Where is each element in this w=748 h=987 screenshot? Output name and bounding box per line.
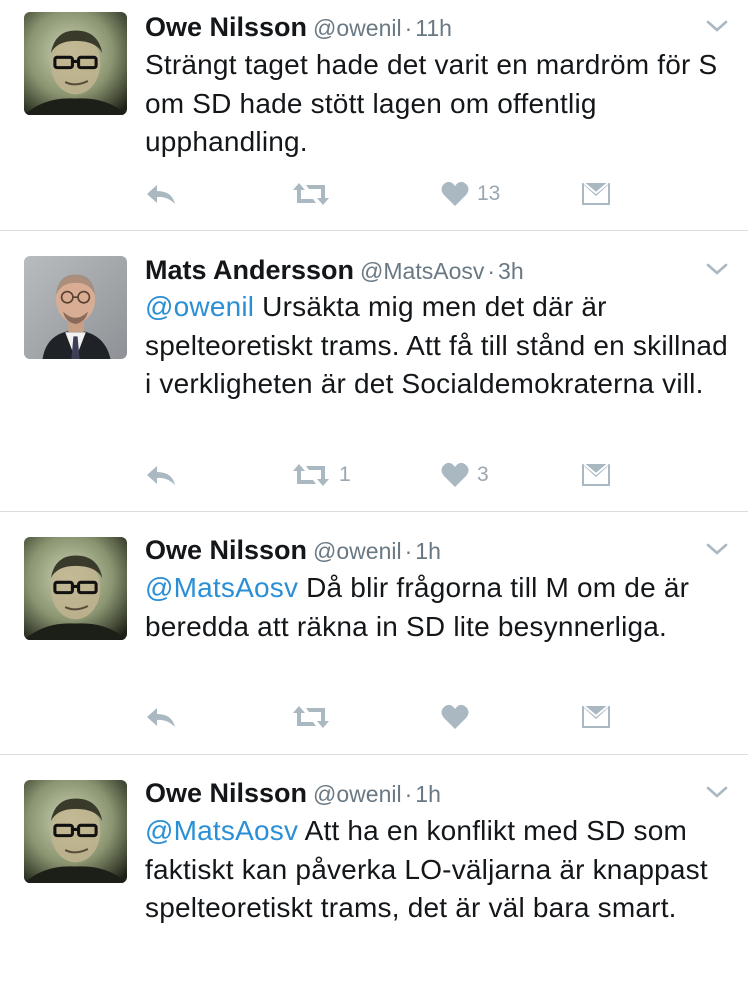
heart-icon xyxy=(441,704,469,729)
tweet-text: @owenil Ursäkta mig men det där är spelt… xyxy=(145,288,735,404)
tweet-header: Mats Andersson @MatsAosv · 3h xyxy=(145,253,524,292)
avatar[interactable] xyxy=(24,12,127,115)
separator: · xyxy=(487,258,496,284)
tweet[interactable]: Owe Nilsson @owenil · 1h @MatsAosv Att ha e… xyxy=(0,755,748,987)
like-button[interactable]: 3 xyxy=(441,457,489,493)
user-handle[interactable]: @MatsAosv xyxy=(360,258,484,284)
timestamp[interactable]: 11h xyxy=(415,15,452,41)
chevron-down-icon[interactable] xyxy=(705,784,729,800)
user-handle[interactable]: @owenil xyxy=(313,781,402,807)
retweet-button[interactable] xyxy=(291,699,339,735)
avatar[interactable] xyxy=(24,780,127,883)
reply-button[interactable] xyxy=(145,699,177,735)
mention-link[interactable]: @MatsAosv xyxy=(145,572,298,603)
chevron-down-icon[interactable] xyxy=(705,261,729,277)
retweet-icon xyxy=(293,706,329,728)
heart-icon xyxy=(441,462,469,487)
avatar[interactable] xyxy=(24,256,127,359)
tweet-actions: 1 3 xyxy=(145,457,645,493)
timestamp[interactable]: 3h xyxy=(498,258,524,284)
retweet-icon xyxy=(293,183,329,205)
timestamp[interactable]: 1h xyxy=(415,538,441,564)
tweet-text: @MatsAosv Då blir frågorna till M om de … xyxy=(145,569,735,646)
like-button[interactable]: 13 xyxy=(441,176,500,212)
tweet[interactable]: Mats Andersson @MatsAosv · 3h @owenil Ursäk… xyxy=(0,231,748,512)
tweet-header: Owe Nilsson @owenil · 11h xyxy=(145,10,452,49)
reply-button[interactable] xyxy=(145,176,177,212)
direct-message-icon xyxy=(582,463,610,486)
user-name[interactable]: Owe Nilsson xyxy=(145,778,307,808)
user-name[interactable]: Owe Nilsson xyxy=(145,12,307,42)
direct-message-icon xyxy=(582,705,610,728)
like-button[interactable] xyxy=(441,699,477,735)
retweet-icon xyxy=(293,464,329,486)
retweet-count: 1 xyxy=(339,463,351,486)
retweet-button[interactable] xyxy=(291,176,339,212)
avatar[interactable] xyxy=(24,537,127,640)
mention-link[interactable]: @MatsAosv xyxy=(145,815,298,846)
reply-button[interactable] xyxy=(145,457,177,493)
chevron-down-icon[interactable] xyxy=(705,18,729,34)
tweet-actions: 13 xyxy=(145,176,645,212)
reply-icon xyxy=(147,466,175,485)
separator: · xyxy=(404,538,413,564)
user-name[interactable]: Owe Nilsson xyxy=(145,535,307,565)
reply-icon xyxy=(147,185,175,204)
user-name[interactable]: Mats Andersson xyxy=(145,255,354,285)
mention-link[interactable]: @owenil xyxy=(145,291,254,322)
user-handle[interactable]: @owenil xyxy=(313,15,402,41)
direct-message-button[interactable] xyxy=(581,176,611,212)
tweet[interactable]: Owe Nilsson @owenil · 11h Strängt taget had… xyxy=(0,0,748,231)
heart-icon xyxy=(441,181,469,206)
timestamp[interactable]: 1h xyxy=(415,781,441,807)
tweet[interactable]: Owe Nilsson @owenil · 1h @MatsAosv Då blir … xyxy=(0,512,748,755)
tweet-header: Owe Nilsson @owenil · 1h xyxy=(145,533,441,572)
tweet-actions xyxy=(145,699,645,735)
like-count: 3 xyxy=(477,463,489,486)
separator: · xyxy=(404,781,413,807)
user-handle[interactable]: @owenil xyxy=(313,538,402,564)
reply-icon xyxy=(147,708,175,727)
tweet-header: Owe Nilsson @owenil · 1h xyxy=(145,776,441,815)
tweet-text: @MatsAosv Att ha en konflikt med SD som … xyxy=(145,812,735,928)
chevron-down-icon[interactable] xyxy=(705,541,729,557)
tweet-text: Strängt taget hade det varit en mardröm … xyxy=(145,46,735,162)
retweet-button[interactable]: 1 xyxy=(291,457,351,493)
direct-message-button[interactable] xyxy=(581,699,611,735)
like-count: 13 xyxy=(477,182,501,205)
direct-message-icon xyxy=(582,182,610,205)
tweet-text-content: Strängt taget hade det varit en mardröm … xyxy=(145,49,718,157)
separator: · xyxy=(404,15,413,41)
direct-message-button[interactable] xyxy=(581,457,611,493)
